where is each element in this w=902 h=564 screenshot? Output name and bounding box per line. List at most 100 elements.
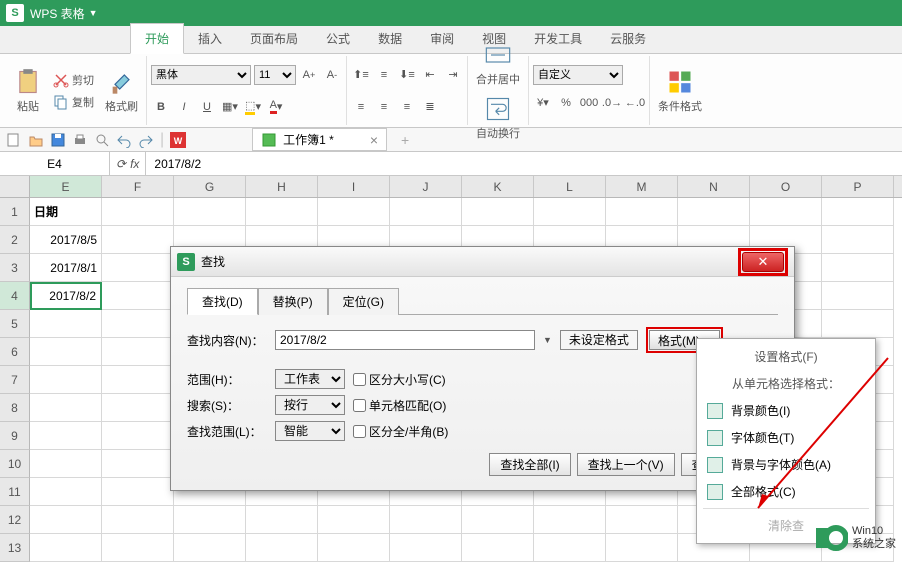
row-header[interactable]: 13: [0, 534, 30, 562]
fx-icon[interactable]: fx: [130, 157, 139, 171]
col-header[interactable]: I: [318, 176, 390, 197]
col-header[interactable]: G: [174, 176, 246, 197]
menu-all-format[interactable]: 全部格式(C): [697, 478, 875, 505]
justify-button[interactable]: ≣: [420, 97, 440, 117]
wps-icon[interactable]: W: [170, 132, 186, 148]
find-prev-button[interactable]: 查找上一个(V): [577, 453, 675, 476]
col-header[interactable]: O: [750, 176, 822, 197]
increase-font-button[interactable]: A+: [299, 65, 319, 85]
tab-cloud[interactable]: 云服务: [596, 24, 660, 53]
align-right-button[interactable]: ≡: [397, 97, 417, 117]
document-tab[interactable]: 工作簿1 * ×: [252, 128, 387, 151]
indent-left-button[interactable]: ⇤: [420, 65, 440, 85]
row-header[interactable]: 5: [0, 310, 30, 338]
row-header[interactable]: 8: [0, 394, 30, 422]
underline-button[interactable]: U: [197, 97, 217, 117]
currency-button[interactable]: ¥▾: [533, 93, 553, 113]
tab-home[interactable]: 开始: [130, 23, 184, 54]
percent-button[interactable]: %: [556, 93, 576, 113]
align-center-button[interactable]: ≡: [374, 97, 394, 117]
tab-formula[interactable]: 公式: [312, 24, 364, 53]
menu-font-color[interactable]: 字体颜色(T): [697, 424, 875, 451]
copy-button[interactable]: 复制: [49, 92, 98, 112]
fill-color-button[interactable]: ⬚▾: [243, 97, 263, 117]
indent-right-button[interactable]: ⇥: [443, 65, 463, 85]
select-all-corner[interactable]: [0, 176, 30, 197]
col-header[interactable]: J: [390, 176, 462, 197]
row-header[interactable]: 2: [0, 226, 30, 254]
save-icon[interactable]: [50, 132, 66, 148]
width-checkbox[interactable]: [353, 425, 366, 438]
col-header[interactable]: N: [678, 176, 750, 197]
cell[interactable]: 2017/8/5: [30, 226, 102, 254]
tab-replace[interactable]: 替换(P): [258, 288, 328, 315]
name-box[interactable]: E4: [0, 152, 110, 175]
merge-button[interactable]: 合并居中: [472, 37, 524, 91]
find-all-button[interactable]: 查找全部(I): [489, 453, 570, 476]
menu-bg-font-color[interactable]: 背景与字体颜色(A): [697, 451, 875, 478]
font-name-select[interactable]: 黑体: [151, 65, 251, 85]
redo-icon[interactable]: [138, 132, 154, 148]
col-header[interactable]: H: [246, 176, 318, 197]
formula-input[interactable]: 2017/8/2: [146, 157, 902, 171]
format-painter-button[interactable]: 格式刷: [101, 64, 142, 118]
row-header[interactable]: 12: [0, 506, 30, 534]
close-tab-icon[interactable]: ×: [370, 132, 378, 148]
dialog-close-button[interactable]: ✕: [742, 252, 784, 272]
row-header[interactable]: 4: [0, 282, 30, 310]
scope-select[interactable]: 工作表: [275, 369, 345, 389]
menu-set-format[interactable]: 设置格式(F): [697, 343, 875, 370]
dialog-titlebar[interactable]: S 查找 ✕: [171, 247, 794, 277]
font-size-select[interactable]: 11: [254, 65, 296, 85]
undo-icon[interactable]: [116, 132, 132, 148]
italic-button[interactable]: I: [174, 97, 194, 117]
cond-format-button[interactable]: 条件格式: [654, 64, 706, 118]
tab-insert[interactable]: 插入: [184, 24, 236, 53]
cell[interactable]: 2017/8/1: [30, 254, 102, 282]
col-header[interactable]: L: [534, 176, 606, 197]
align-top-button[interactable]: ⬆≡: [351, 65, 371, 85]
row-header[interactable]: 9: [0, 422, 30, 450]
cell[interactable]: 日期: [30, 198, 102, 226]
cell-active[interactable]: 2017/8/2: [30, 282, 102, 310]
tab-review[interactable]: 审阅: [416, 24, 468, 53]
row-header[interactable]: 11: [0, 478, 30, 506]
tab-dev[interactable]: 开发工具: [520, 24, 596, 53]
tab-find[interactable]: 查找(D): [187, 288, 258, 315]
whole-cell-checkbox[interactable]: [353, 399, 366, 412]
new-tab-button[interactable]: +: [401, 132, 409, 148]
number-format-select[interactable]: 自定义: [533, 65, 623, 85]
preview-icon[interactable]: [94, 132, 110, 148]
decrease-decimal-button[interactable]: ←.0: [625, 93, 645, 113]
align-left-button[interactable]: ≡: [351, 97, 371, 117]
case-checkbox[interactable]: [353, 373, 366, 386]
app-menu-chevron-icon[interactable]: ▼: [89, 8, 98, 18]
paste-button[interactable]: 粘贴: [10, 64, 46, 118]
increase-decimal-button[interactable]: .0→: [602, 93, 622, 113]
align-bottom-button[interactable]: ⬇≡: [397, 65, 417, 85]
menu-bg-color[interactable]: 背景颜色(I): [697, 397, 875, 424]
chevron-down-icon[interactable]: ▼: [543, 335, 552, 345]
border-button[interactable]: ▦▾: [220, 97, 240, 117]
find-content-input[interactable]: [275, 330, 535, 350]
tab-goto[interactable]: 定位(G): [328, 288, 399, 315]
row-header[interactable]: 7: [0, 366, 30, 394]
align-middle-button[interactable]: ≡: [374, 65, 394, 85]
new-icon[interactable]: [6, 132, 22, 148]
col-header[interactable]: M: [606, 176, 678, 197]
bold-button[interactable]: B: [151, 97, 171, 117]
print-icon[interactable]: [72, 132, 88, 148]
comma-button[interactable]: 000: [579, 93, 599, 113]
tab-data[interactable]: 数据: [364, 24, 416, 53]
row-header[interactable]: 10: [0, 450, 30, 478]
row-header[interactable]: 6: [0, 338, 30, 366]
col-header[interactable]: F: [102, 176, 174, 197]
tab-layout[interactable]: 页面布局: [236, 24, 312, 53]
col-header[interactable]: E: [30, 176, 102, 197]
font-color-button[interactable]: A▾: [266, 97, 286, 117]
cut-button[interactable]: 剪切: [49, 70, 98, 90]
wrap-button[interactable]: 自动换行: [472, 91, 524, 145]
col-header[interactable]: P: [822, 176, 894, 197]
row-header[interactable]: 1: [0, 198, 30, 226]
lookin-select[interactable]: 智能: [275, 421, 345, 441]
